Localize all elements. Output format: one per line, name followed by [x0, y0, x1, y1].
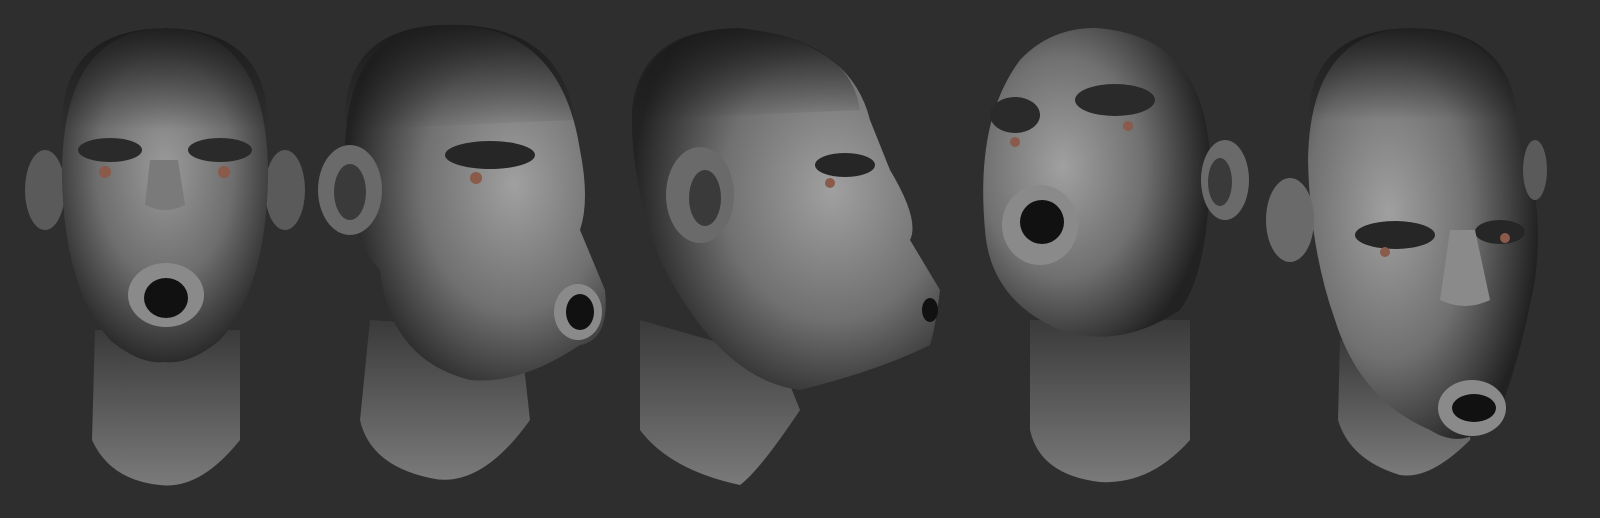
mouth — [922, 298, 938, 322]
eye-left — [1010, 137, 1020, 147]
eye-right — [1500, 233, 1510, 243]
eye — [825, 178, 835, 188]
eye-left — [99, 166, 111, 178]
mouth — [566, 294, 594, 330]
sculpt-render-canvas — [0, 0, 1600, 518]
eye-right — [218, 166, 230, 178]
eye-left — [1380, 247, 1390, 257]
mouth — [1452, 394, 1496, 422]
eye — [470, 172, 482, 184]
mouth — [144, 278, 188, 318]
eye-right — [1123, 121, 1133, 131]
mouth — [1020, 200, 1064, 244]
